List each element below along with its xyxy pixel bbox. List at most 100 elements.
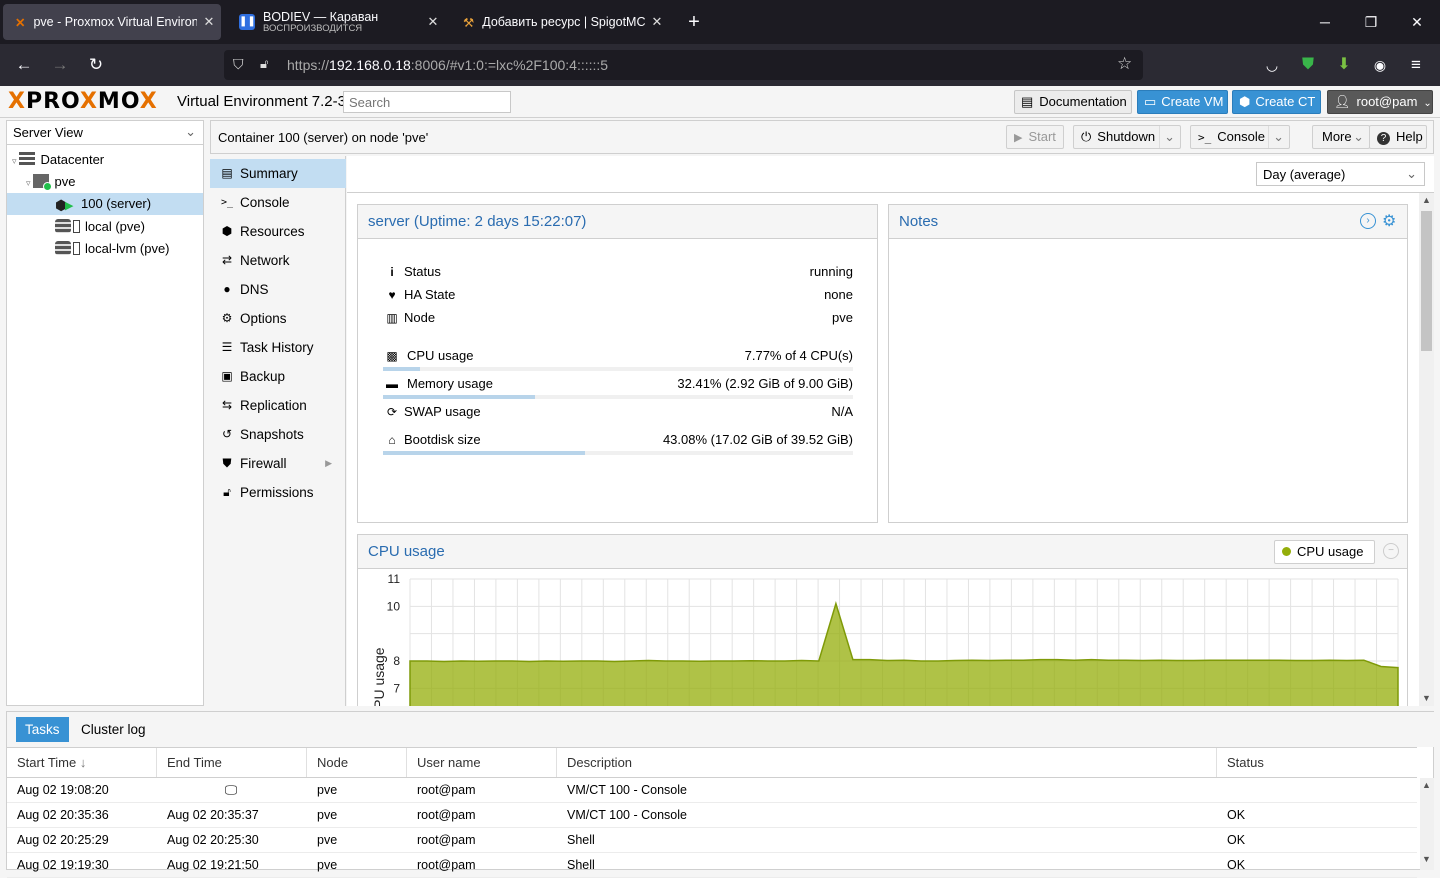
tree-node-local-storage[interactable]: local (pve) <box>7 216 203 238</box>
tab-subtitle: ВОСПРОИЗВОДИТСЯ <box>263 22 363 34</box>
close-tab-icon[interactable]: ✕ <box>421 14 445 30</box>
back-arrow-icon[interactable]: ← <box>10 52 38 78</box>
cell-desc: VM/CT 100 - Console <box>567 783 687 797</box>
bootdisk-usage-bar <box>383 451 853 455</box>
shield-icon[interactable]: ⛉ <box>233 56 244 73</box>
browser-tab-proxmox[interactable]: ✕ pve - Proxmox Virtual Environment ✕ <box>3 4 221 40</box>
scroll-down-arrow-icon[interactable]: ▼ <box>1422 854 1431 864</box>
menu-item-network[interactable]: ⇄ Network <box>210 246 346 275</box>
scrollbar-thumb[interactable] <box>1421 211 1432 351</box>
table-row[interactable]: Aug 02 20:25:29 Aug 02 20:25:30 pve root@pa… <box>7 828 1417 853</box>
column-status[interactable]: Status <box>1217 748 1417 777</box>
menu-item-backup[interactable]: ▣ Backup <box>210 362 346 391</box>
menu-item-replication[interactable]: ⇆ Replication <box>210 391 346 420</box>
memory-usage-bar <box>383 395 853 399</box>
close-tab-icon[interactable]: ✕ <box>197 14 221 30</box>
menu-item-firewall[interactable]: ⛊ Firewall ▶ <box>210 449 346 478</box>
ha-state-row: ♥ HA State none <box>384 285 853 305</box>
tree-node-container-100[interactable]: ⬢ ▶ 100 (server) <box>7 193 203 215</box>
cell-start: Aug 02 19:08:20 <box>17 783 109 797</box>
chevron-down-icon: ⌄ <box>1353 129 1364 144</box>
scroll-down-arrow-icon[interactable]: ▼ <box>1422 693 1431 703</box>
pocket-icon[interactable]: ◡ <box>1258 52 1286 78</box>
menu-item-summary[interactable]: ▤ Summary <box>210 159 346 188</box>
node-online-icon <box>32 174 52 191</box>
download-extension-icon[interactable]: ⬇ <box>1330 52 1358 78</box>
menu-item-console[interactable]: >_ Console <box>210 188 346 217</box>
tree-node-pve[interactable]: ▿ pve <box>7 171 203 193</box>
menu-item-options[interactable]: ⚙ Options <box>210 304 346 333</box>
node-row: ▥ Node pve <box>384 308 853 328</box>
column-start-time[interactable]: Start Time ↓ <box>7 748 157 777</box>
account-extension-icon[interactable]: ◉ <box>1366 52 1394 78</box>
create-vm-button[interactable]: ▭ Create VM <box>1137 90 1228 114</box>
documentation-button[interactable]: ▤ Documentation <box>1014 90 1132 114</box>
user-menu-button[interactable]: 👤︎ root@pam ⌄ <box>1327 90 1433 114</box>
url-bar[interactable]: ⛉ 🔓︎ https://192.168.0.18:8006/#v1:0:=lx… <box>224 50 1143 80</box>
hdd-icon: ⌂ <box>388 433 396 447</box>
new-tab-plus-icon[interactable]: + <box>675 8 713 36</box>
task-table-scrollbar[interactable]: ▲ ▼ <box>1420 778 1434 870</box>
menu-item-permissions[interactable]: 🔓︎ Permissions <box>210 478 346 507</box>
forward-arrow-icon[interactable]: → <box>46 52 74 78</box>
console-button[interactable]: >_ Console ⌄ <box>1190 125 1290 149</box>
table-row[interactable]: Aug 02 19:08:20 🖵︎ pve root@pam VM/CT 100 - … <box>7 778 1417 803</box>
menu-hamburger-icon[interactable]: ≡ <box>1402 52 1430 78</box>
help-button[interactable]: ? Help <box>1369 125 1427 149</box>
create-ct-button[interactable]: ⬢ Create CT <box>1232 90 1321 114</box>
timeframe-select[interactable]: Day (average) ⌄ <box>1256 162 1425 186</box>
column-description[interactable]: Description <box>557 748 1217 777</box>
shutdown-button[interactable]: ⏻ Shutdown ⌄ <box>1073 125 1181 149</box>
storage-icon <box>55 241 71 255</box>
tab-title: Добавить ресурс | SpigotMC.R <box>482 15 645 29</box>
cube-icon: ⬢ <box>1239 94 1251 109</box>
lock-icon[interactable]: 🔓︎ <box>260 56 268 72</box>
main-vertical-scrollbar[interactable]: ▲ ▼ <box>1419 193 1434 706</box>
table-row[interactable]: Aug 02 20:35:36 Aug 02 20:35:37 pve root@pa… <box>7 803 1417 828</box>
proxmox-header: XPROXMOX Virtual Environment 7.2-3 ▤Docu… <box>0 86 1440 118</box>
menu-item-dns[interactable]: ● DNS <box>210 275 346 304</box>
container-side-menu: ▤ Summary >_ Console ⬢ Resources ⇄ Network ●… <box>210 156 346 706</box>
cpu-chip-icon: ▩ <box>386 349 398 363</box>
menu-item-snapshots[interactable]: ↺ Snapshots <box>210 420 346 449</box>
minimize-icon[interactable]: ─ <box>1305 8 1345 36</box>
server-view-select[interactable]: Server View ⌄ <box>7 121 203 145</box>
tree-node-datacenter[interactable]: ▿ Datacenter <box>7 149 203 171</box>
start-button[interactable]: ▶ Start <box>1006 125 1064 149</box>
tree-node-local-lvm-storage[interactable]: local-lvm (pve) <box>7 238 203 260</box>
terminal-icon: >_ <box>1198 131 1212 144</box>
column-user-name[interactable]: User name <box>407 748 557 777</box>
browser-tab-spigot[interactable]: ⚒ Добавить ресурс | SpigotMC.R ✕ <box>451 4 669 40</box>
close-window-icon[interactable]: ✕ <box>1397 8 1437 36</box>
reset-zoom-icon[interactable]: − <box>1383 543 1399 559</box>
chevron-right-circle-icon[interactable]: › <box>1360 213 1376 229</box>
reload-icon[interactable]: ↻ <box>82 52 110 78</box>
tab-cluster-log[interactable]: Cluster log <box>72 717 155 742</box>
search-input[interactable] <box>343 91 511 113</box>
task-log-tabs: Tasks Cluster log <box>7 712 1435 747</box>
scroll-up-arrow-icon[interactable]: ▲ <box>1422 780 1431 790</box>
table-row[interactable]: Aug 02 19:19:30 Aug 02 19:21:50 pve root@pa… <box>7 853 1417 878</box>
legend-cpu-usage-toggle[interactable]: CPU usage <box>1274 540 1375 564</box>
cell-end: Aug 02 20:35:37 <box>167 808 259 822</box>
scroll-up-arrow-icon[interactable]: ▲ <box>1422 195 1431 205</box>
column-end-time[interactable]: End Time <box>157 748 307 777</box>
cell-node: pve <box>317 783 338 797</box>
close-tab-icon[interactable]: ✕ <box>645 14 669 30</box>
more-button[interactable]: More ⌄ <box>1312 125 1370 149</box>
restore-icon[interactable]: ❐ <box>1351 8 1391 36</box>
gear-icon[interactable]: ⚙ <box>1382 211 1396 231</box>
tab-title: pve - Proxmox Virtual Environment <box>33 15 197 29</box>
user-icon: 👤︎ <box>1334 94 1351 109</box>
tab-tasks[interactable]: Tasks <box>16 717 69 742</box>
tab-title: BODIEV — Караван <box>263 10 379 24</box>
shield-extension-icon[interactable]: ⛊ <box>1294 52 1322 78</box>
browser-tab-music[interactable]: ❚❚ BODIEV — Караван ВОСПРОИЗВОДИТСЯ ✕ <box>227 4 445 40</box>
summary-main-area: Day (average) ⌄ server (Uptime: 2 days 15… <box>347 156 1434 706</box>
bootdisk-size-row: ⌂ Bootdisk size 43.08% (17.02 GiB of 39.52… <box>384 430 853 450</box>
menu-item-task-history[interactable]: ☰ Task History <box>210 333 346 362</box>
column-node[interactable]: Node <box>307 748 407 777</box>
bookmark-star-icon[interactable]: ☆ <box>1117 54 1132 74</box>
menu-item-resources[interactable]: ⬢ Resources <box>210 217 346 246</box>
url-prefix: https:// <box>287 57 330 73</box>
